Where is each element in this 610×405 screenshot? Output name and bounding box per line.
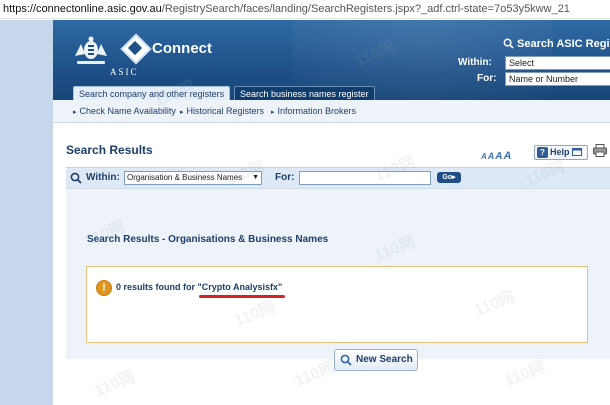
header-within-select[interactable]: Select [505,56,610,70]
page-title: Search Results [66,143,153,157]
print-icon[interactable] [593,144,607,157]
browser-url-bar[interactable]: https://connectonline.asic.gov.au/Regist… [0,0,610,19]
header-for-input[interactable]: Name or Number [505,72,610,86]
header-search-title: Search ASIC Regist [503,38,610,50]
nav-check-name-availability[interactable]: ▸ Check Name Availability [73,106,176,116]
header-within-label: Within: [458,57,492,68]
asic-logo-text: ASIC [110,67,139,77]
font-size-a3[interactable]: A [495,151,502,162]
red-underline-annotation [199,295,285,298]
font-size-a1[interactable]: A [481,152,487,161]
within-label: Within: [86,172,120,183]
search-icon [340,354,352,366]
nav-historical-registers[interactable]: ▸ Historical Registers [180,106,264,116]
asic-page: ASIC Connect Search ASIC Regist Within: … [53,20,610,405]
sub-navigation: ▸ Check Name Availability ▸ Historical Reg… [53,100,610,123]
help-button[interactable]: ? Help [534,145,588,160]
results-search-bar: Within: Organisation & Business Names ▼ F… [66,167,610,189]
results-panel-title: Search Results - Organisations & Busines… [87,234,329,245]
arrow-right-icon: ▸ [271,109,275,116]
arrow-right-icon: ▸ [180,109,184,116]
font-size-a4[interactable]: A [504,150,512,162]
url-path: /RegistrySearch/faces/landing/SearchRegi… [161,3,570,15]
header-for-label: For: [477,73,497,84]
for-label: For: [275,172,295,183]
no-results-message-box: ! 0 results found for "Crypto Analysisfx… [86,266,588,343]
arrow-right-icon: ▸ [73,109,77,116]
search-query: "Crypto Analysisfx" [197,282,283,292]
external-window-icon [572,148,583,156]
chevron-down-icon: ▼ [252,174,259,181]
nav-information-brokers[interactable]: ▸ Information Brokers [271,106,356,116]
font-size-controls: AAAA [481,146,512,164]
coat-of-arms-logo [75,36,107,64]
connect-brand: Connect [152,40,212,57]
within-select[interactable]: Organisation & Business Names ▼ [124,171,262,185]
url-domain: https://connectonline.asic.gov.au [3,3,162,15]
tab-search-business-names[interactable]: Search business names register [234,86,375,100]
new-search-button[interactable]: New Search [334,349,418,371]
for-input[interactable] [299,171,431,185]
tab-search-company[interactable]: Search company and other registers [73,86,231,100]
arrow-right-icon: ▸ [452,174,456,181]
result-count-message: 0 results found for "Crypto Analysisfx" [116,282,283,292]
watermark: 110网 [92,368,138,401]
left-background-strip [0,20,53,405]
warning-icon: ! [96,280,112,296]
search-icon [70,172,82,184]
results-panel: Search Results - Organisations & Busines… [66,188,610,359]
site-header: ASIC Connect Search ASIC Regist Within: … [53,20,610,100]
search-icon [503,38,514,49]
font-size-a2[interactable]: A [488,151,495,161]
question-icon: ? [537,147,548,158]
go-button[interactable]: Go▸ [437,172,461,183]
